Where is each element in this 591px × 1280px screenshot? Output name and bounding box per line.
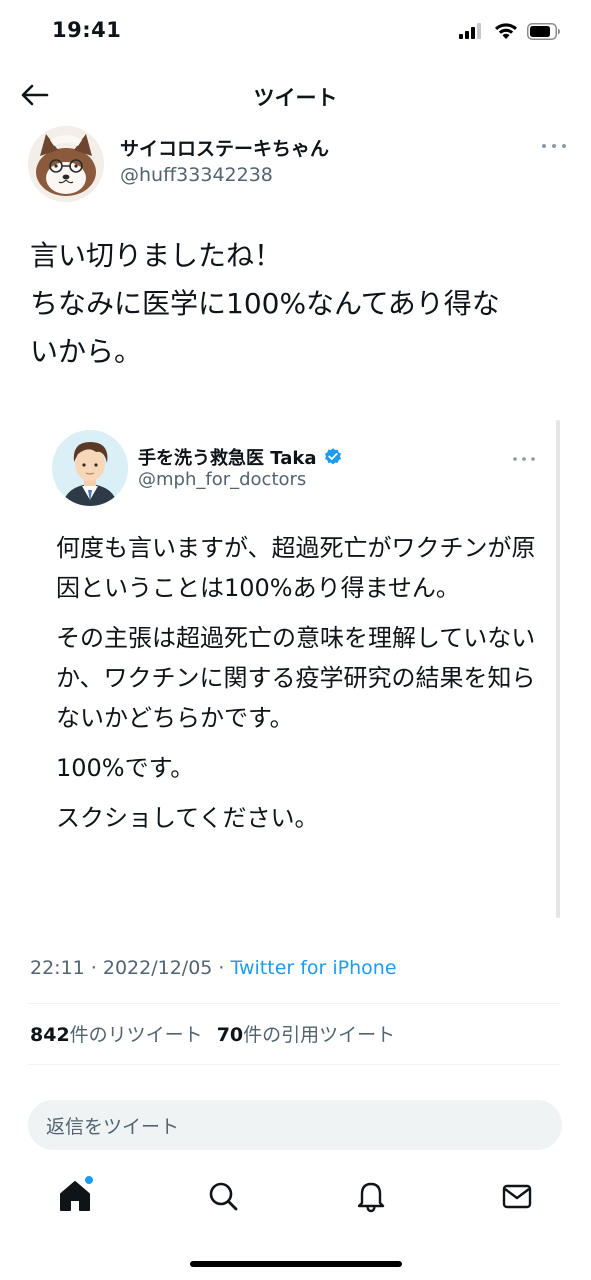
quotes-count: 70 [216, 1024, 244, 1046]
tweet-text-line: 言い切りましたね！ [30, 239, 283, 272]
quoted-author-avatar[interactable] [52, 430, 128, 506]
more-dots-icon [542, 144, 566, 148]
quotes-stat[interactable]: 70件の引用ツイート [217, 1020, 395, 1047]
retweets-label: 件のリツイート [69, 1024, 203, 1046]
tab-notifications[interactable] [351, 1176, 391, 1216]
reply-placeholder: 返信をツイート [46, 1116, 180, 1138]
tweet-author: サイコロステーキちゃん @huff33342238 [28, 122, 568, 202]
status-time: 19:41 [52, 18, 122, 42]
search-icon [209, 1182, 238, 1211]
tweet-stats: 842件のリツイート 70件の引用ツイート [30, 1020, 395, 1047]
home-indicator [190, 1261, 402, 1267]
retweets-stat[interactable]: 842件のリツイート [30, 1020, 203, 1047]
status-bar: 19:41 [0, 0, 591, 62]
cellular-signal-icon [459, 23, 481, 39]
nav-header: ツイート [0, 70, 591, 120]
divider [28, 1064, 560, 1065]
quoted-tweet[interactable]: 手を洗う救急医 Taka @mph_for_doctors 何度も言いますが、超… [30, 420, 560, 918]
tweet-text-line: ちなみに医学に100%なんてあり得な [30, 287, 500, 320]
home-notification-dot [85, 1176, 93, 1184]
retweets-count: 842 [30, 1024, 70, 1046]
tweet-source-link[interactable]: Twitter for iPhone [231, 957, 397, 979]
tab-messages[interactable] [497, 1176, 537, 1216]
quoted-paragraph: スクショしてください。 [56, 804, 319, 832]
more-dots-icon [513, 457, 535, 461]
tweet-more-button[interactable] [540, 138, 568, 152]
quoted-author-name-row[interactable]: 手を洗う救急医 Taka [138, 444, 343, 470]
author-name[interactable]: サイコロステーキちゃん [120, 134, 329, 161]
divider [28, 1003, 560, 1004]
doctor-avatar-icon [52, 430, 128, 506]
status-icons [459, 22, 561, 40]
quoted-paragraph: 何度も言いますが、超過死亡がワクチンが原因ということは100%あり得ません。 [56, 534, 536, 602]
wifi-icon [495, 23, 517, 39]
tweet-text: 言い切りましたね！ ちなみに医学に100%なんてあり得な いから。 [30, 232, 565, 376]
tab-search[interactable] [203, 1176, 243, 1216]
messages-icon [502, 1184, 532, 1209]
tweet-text-line: いから。 [30, 335, 143, 368]
page-title: ツイート [253, 86, 338, 110]
dog-avatar-icon [28, 126, 104, 202]
bottom-tab-bar [0, 1170, 591, 1230]
quoted-author-handle[interactable]: @mph_for_doctors [138, 469, 306, 490]
tweet-timestamp: 22:11 · 2022/12/05 · Twitter for iPhone [30, 957, 397, 979]
reply-input[interactable]: 返信をツイート [28, 1100, 562, 1150]
quote-scrollbar [556, 420, 560, 918]
battery-icon [527, 22, 560, 40]
author-avatar[interactable] [28, 126, 104, 202]
tab-home[interactable] [55, 1176, 95, 1216]
quoted-more-button[interactable] [512, 450, 536, 462]
quoted-tweet-text: 何度も言いますが、超過死亡がワクチンが原因ということは100%あり得ません。 そ… [56, 528, 536, 848]
notifications-icon [357, 1182, 385, 1213]
quoted-paragraph: 100%です。 [56, 754, 195, 782]
quoted-author-name[interactable]: 手を洗う救急医 Taka [138, 444, 317, 470]
author-handle[interactable]: @huff33342238 [120, 164, 273, 186]
verified-badge-icon [324, 448, 341, 465]
quotes-label: 件の引用ツイート [243, 1024, 396, 1046]
quoted-paragraph: その主張は超過死亡の意味を理解していないか、ワクチンに関する疫学研究の結果を知ら… [56, 624, 536, 732]
timestamp-text: 22:11 · 2022/12/05 · [30, 957, 231, 979]
